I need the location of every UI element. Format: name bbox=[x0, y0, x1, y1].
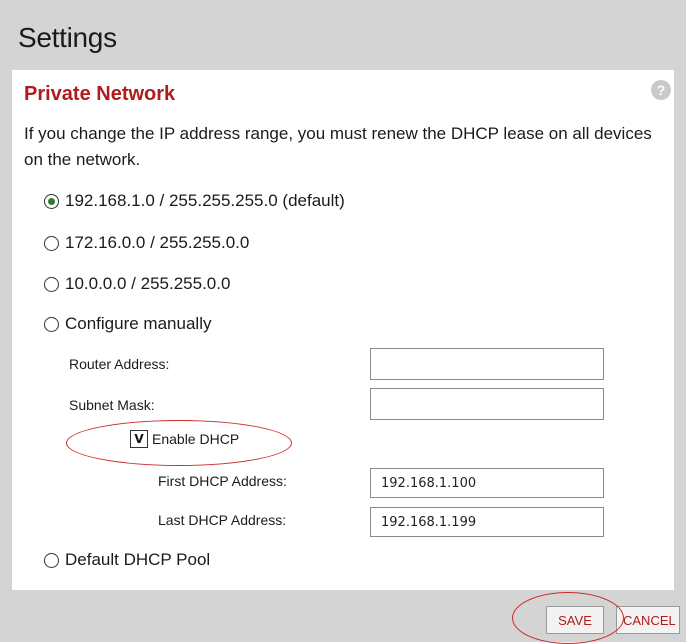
radio-label: 10.0.0.0 / 255.255.0.0 bbox=[65, 274, 231, 293]
help-icon[interactable]: ? bbox=[651, 80, 671, 100]
subnet-mask-input[interactable] bbox=[370, 388, 604, 420]
description-text: If you change the IP address range, you … bbox=[24, 124, 652, 169]
first-dhcp-input[interactable] bbox=[370, 468, 604, 498]
radio-label: Configure manually bbox=[65, 314, 212, 333]
last-dhcp-input[interactable] bbox=[370, 507, 604, 537]
cancel-button[interactable]: CANCEL bbox=[616, 606, 680, 634]
radio-button[interactable] bbox=[44, 235, 59, 251]
radio-option-172[interactable]: 172.16.0.0 / 255.255.0.0 bbox=[44, 233, 249, 253]
radio-label: 192.168.1.0 / 255.255.255.0 (default) bbox=[65, 191, 345, 210]
router-address-input[interactable] bbox=[370, 348, 604, 380]
radio-button[interactable] bbox=[44, 193, 59, 209]
router-address-label: Router Address: bbox=[69, 356, 170, 372]
subnet-mask-label: Subnet Mask: bbox=[69, 397, 155, 413]
radio-option-manual[interactable]: Configure manually bbox=[44, 314, 211, 334]
radio-option-default[interactable]: 192.168.1.0 / 255.255.255.0 (default) bbox=[44, 191, 345, 211]
annotation-ellipse-dhcp bbox=[66, 420, 292, 466]
radio-option-10[interactable]: 10.0.0.0 / 255.255.0.0 bbox=[44, 274, 230, 294]
last-dhcp-label: Last DHCP Address: bbox=[158, 512, 287, 528]
radio-label: 172.16.0.0 / 255.255.0.0 bbox=[65, 233, 250, 252]
annotation-ellipse-save bbox=[512, 592, 624, 644]
first-dhcp-label: First DHCP Address: bbox=[158, 473, 287, 489]
radio-label: Default DHCP Pool bbox=[65, 550, 211, 569]
page-title: Settings bbox=[18, 22, 117, 53]
section-title: Private Network bbox=[24, 83, 176, 105]
radio-button[interactable] bbox=[44, 316, 59, 332]
radio-option-default-pool[interactable]: Default DHCP Pool bbox=[44, 550, 210, 570]
radio-button[interactable] bbox=[44, 276, 59, 292]
radio-button[interactable] bbox=[44, 552, 59, 568]
